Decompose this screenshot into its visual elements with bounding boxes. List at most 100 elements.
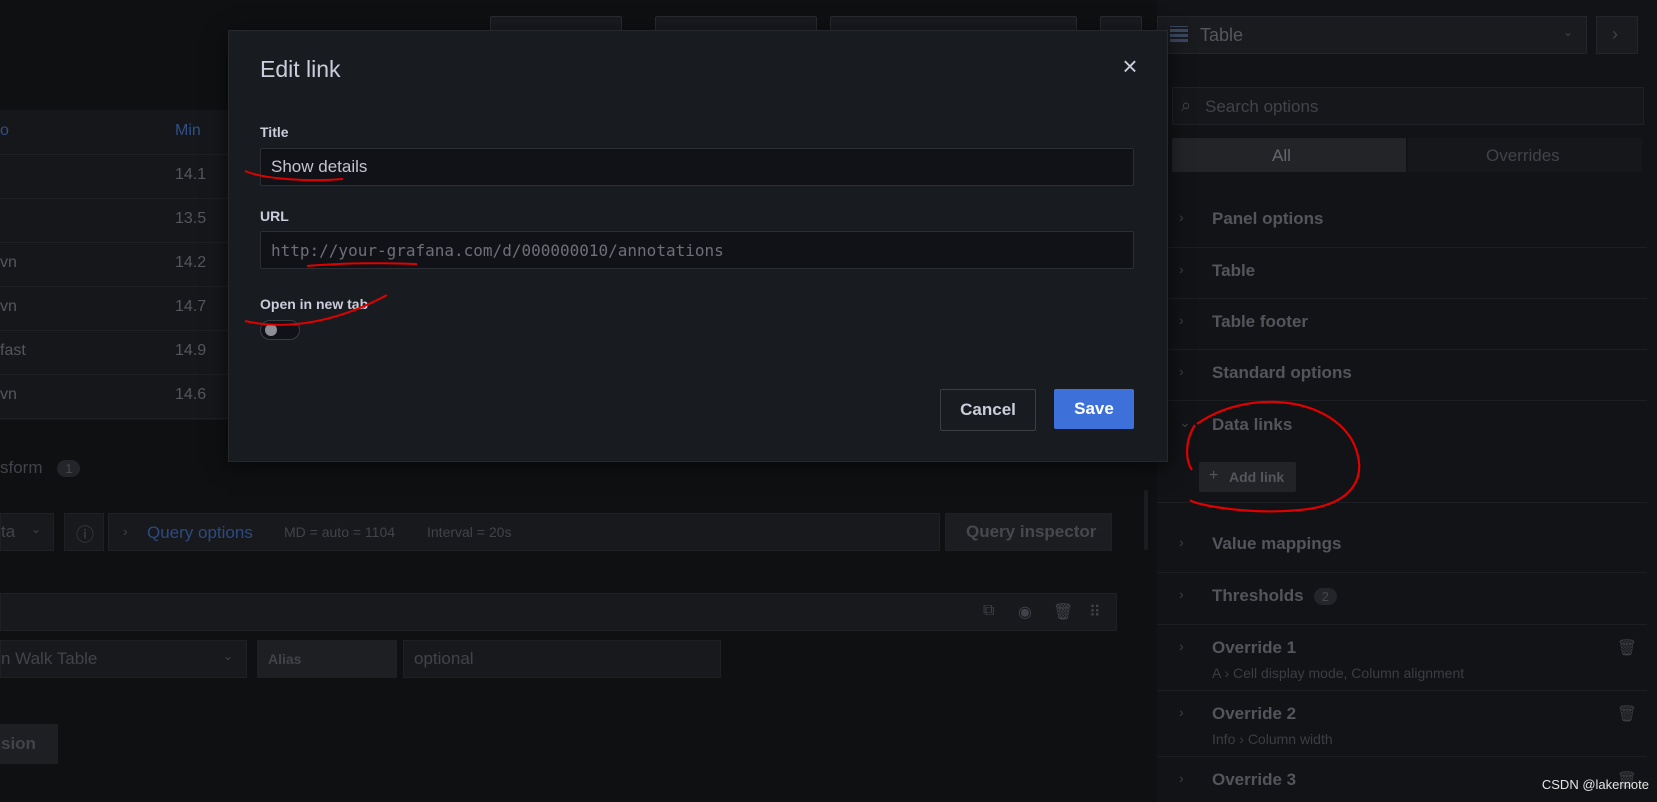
chevron-right-icon: › bbox=[1179, 586, 1184, 602]
info-circle-icon: ⓘ bbox=[76, 525, 94, 545]
chevron-down-icon: ⌄ bbox=[1563, 25, 1574, 39]
open-in-new-tab-toggle[interactable] bbox=[260, 320, 300, 340]
close-icon[interactable]: × bbox=[1113, 49, 1147, 83]
table-row: 14.1 bbox=[0, 154, 230, 199]
transform-tab-label: sform bbox=[0, 458, 43, 477]
override-title: Override 3 bbox=[1212, 770, 1297, 789]
datasource-picker[interactable]: ta ⌄ bbox=[0, 513, 54, 551]
query-inspector-button[interactable]: Query inspector bbox=[945, 513, 1112, 551]
chevron-down-icon: ⌄ bbox=[31, 522, 42, 536]
eye-icon[interactable]: ◉ bbox=[1018, 602, 1032, 622]
table-cell: 14.2 bbox=[175, 254, 207, 271]
expression-button[interactable]: sion bbox=[0, 724, 58, 764]
section-title: Panel options bbox=[1212, 209, 1324, 228]
chevron-right-icon: › bbox=[1179, 704, 1184, 720]
table-viz-icon bbox=[1170, 26, 1188, 42]
section-title: Standard options bbox=[1212, 363, 1352, 382]
table-row: vn 14.2 bbox=[0, 242, 230, 287]
table-header-row: o Min bbox=[0, 110, 230, 155]
tab-all[interactable]: All bbox=[1172, 138, 1406, 172]
section-table-footer[interactable]: › Table footer bbox=[1157, 298, 1647, 350]
chevron-right-icon: › bbox=[1239, 731, 1248, 747]
table-cell: vn bbox=[0, 386, 17, 403]
section-panel-options[interactable]: › Panel options bbox=[1157, 195, 1647, 248]
section-standard-options[interactable]: › Standard options bbox=[1157, 349, 1647, 401]
trash-icon[interactable]: 🗑 bbox=[1617, 704, 1637, 724]
table-row: 13.5 bbox=[0, 198, 230, 243]
scrollbar[interactable] bbox=[1144, 490, 1148, 550]
section-title: Table footer bbox=[1212, 312, 1309, 331]
toggle-knob bbox=[265, 324, 277, 336]
modal-title: Edit link bbox=[260, 56, 341, 82]
datasource-label: ta bbox=[1, 522, 16, 541]
override-field: Info bbox=[1212, 731, 1236, 747]
chevron-right-icon: › bbox=[1179, 209, 1184, 225]
chevron-right-icon: › bbox=[1179, 638, 1184, 654]
data-links-title: Data links bbox=[1212, 415, 1293, 434]
url-input[interactable] bbox=[260, 231, 1134, 269]
trash-icon[interactable]: 🗑 bbox=[1617, 638, 1637, 658]
chevron-right-icon: › bbox=[1179, 261, 1184, 277]
chevron-down-icon: ⌄ bbox=[1179, 414, 1191, 430]
scenario-label: n Walk Table bbox=[1, 649, 98, 668]
section-title: Thresholds 2 bbox=[1212, 586, 1337, 606]
thresholds-count-badge: 2 bbox=[1313, 588, 1337, 605]
alias-label: Alias bbox=[268, 651, 302, 667]
table-cell: 14.6 bbox=[175, 386, 207, 403]
chevron-right-icon: › bbox=[1179, 534, 1184, 550]
cancel-button[interactable]: Cancel bbox=[940, 389, 1036, 431]
chevron-right-icon: › bbox=[1179, 363, 1184, 379]
override-field: A bbox=[1212, 665, 1221, 681]
edit-link-modal: Edit link × Title URL Open in new tab Ca… bbox=[228, 30, 1168, 462]
url-field-label: URL bbox=[260, 208, 289, 224]
new-tab-label: Open in new tab bbox=[260, 296, 369, 312]
tab-overrides-label: Overrides bbox=[1486, 146, 1560, 165]
table-cell: 13.5 bbox=[175, 210, 207, 227]
chevron-right-icon: › bbox=[1612, 24, 1618, 44]
scenario-select[interactable]: n Walk Table ⌄ bbox=[0, 640, 247, 678]
table-cell: vn bbox=[0, 254, 17, 271]
transform-tab[interactable]: sform 1 bbox=[0, 458, 81, 478]
override-2[interactable]: › Override 2 Info › Column width 🗑 bbox=[1157, 690, 1647, 757]
table-row: vn 14.7 bbox=[0, 286, 230, 331]
section-data-links[interactable]: ⌄ Data links + Add link bbox=[1157, 400, 1647, 503]
section-thresholds[interactable]: › Thresholds 2 bbox=[1157, 572, 1647, 625]
table-cell: 14.1 bbox=[175, 166, 207, 183]
query-help-button[interactable]: ⓘ bbox=[64, 513, 104, 551]
transform-count-badge: 1 bbox=[57, 460, 81, 477]
query-options-bar[interactable]: › Query options MD = auto = 1104 Interva… bbox=[108, 513, 940, 551]
section-title: Value mappings bbox=[1212, 534, 1342, 553]
alias-label-box: Alias bbox=[257, 640, 397, 678]
data-table: o Min 14.1 13.5 vn 14.2 vn 14.7 fast 14.… bbox=[0, 110, 230, 420]
save-button[interactable]: Save bbox=[1054, 389, 1134, 429]
search-placeholder: Search options bbox=[1205, 97, 1319, 116]
alias-input[interactable]: optional bbox=[403, 640, 721, 678]
table-cell: 14.7 bbox=[175, 298, 207, 315]
tab-all-label: All bbox=[1272, 146, 1291, 165]
section-value-mappings[interactable]: › Value mappings bbox=[1157, 520, 1647, 573]
section-table[interactable]: › Table bbox=[1157, 247, 1647, 299]
section-title: Table bbox=[1212, 261, 1256, 280]
override-props: Column width bbox=[1247, 731, 1333, 747]
override-1[interactable]: › Override 1 A › Cell display mode, Colu… bbox=[1157, 624, 1647, 691]
table-header-cell[interactable]: o bbox=[0, 122, 9, 140]
table-header-cell[interactable]: Min bbox=[175, 122, 201, 140]
query-inspector-label: Query inspector bbox=[966, 522, 1097, 541]
drag-handle-icon[interactable]: ⠿ bbox=[1089, 602, 1101, 622]
search-icon: ⌕ bbox=[1181, 95, 1192, 115]
title-input[interactable] bbox=[260, 148, 1134, 186]
override-props: Cell display mode, Column alignment bbox=[1233, 665, 1465, 681]
override-summary: Info › Column width bbox=[1212, 731, 1333, 747]
collapse-options-button[interactable]: › bbox=[1596, 16, 1638, 54]
visualization-picker[interactable]: Table ⌄ bbox=[1157, 16, 1587, 54]
tab-overrides[interactable]: Overrides bbox=[1408, 138, 1642, 172]
trash-icon[interactable]: 🗑 bbox=[1053, 602, 1073, 622]
thresholds-title: Thresholds bbox=[1212, 586, 1304, 605]
search-options-input[interactable]: ⌕ Search options bbox=[1172, 87, 1644, 125]
duplicate-query-icon[interactable]: ⧉ bbox=[983, 602, 994, 620]
table-cell: 14.9 bbox=[175, 342, 207, 359]
max-data-points-text: MD = auto = 1104 bbox=[284, 524, 396, 540]
add-link-button[interactable]: + Add link bbox=[1199, 462, 1296, 492]
chevron-right-icon: › bbox=[1224, 665, 1234, 681]
chevron-right-icon: › bbox=[1179, 312, 1184, 328]
